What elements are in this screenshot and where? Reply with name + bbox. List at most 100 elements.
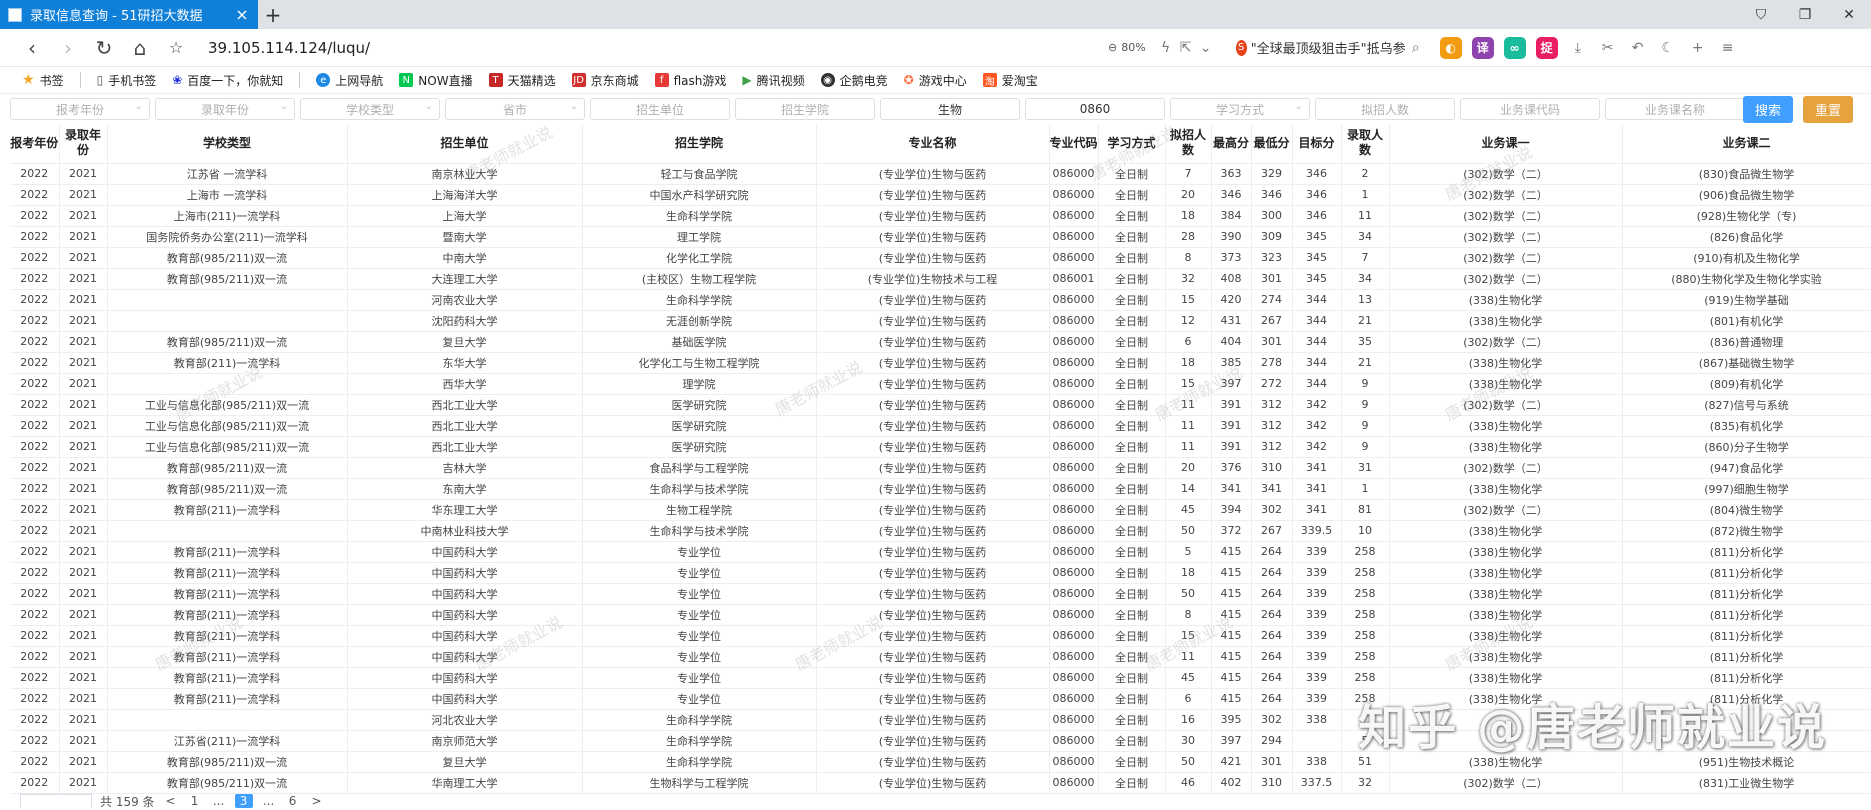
close-tab-icon[interactable]: × xyxy=(234,5,250,24)
table-row[interactable]: 2022 2021 教育部(211)一流学科 中国药科大学 专业学位 (专业学位)生物与医… xyxy=(10,562,1871,584)
game-extension-icon[interactable]: ◐ xyxy=(1439,36,1462,59)
search-icon[interactable]: ⌕ xyxy=(1406,38,1426,58)
lightning-icon[interactable]: ϟ xyxy=(1156,38,1176,58)
bookmark-taobao[interactable]: 淘 爱淘宝 xyxy=(982,72,1038,89)
page-1-button[interactable]: 1 xyxy=(187,794,203,808)
browser-tab-active[interactable]: 录取信息查询 - 51研招大数据 × xyxy=(0,0,258,29)
page-6-button[interactable]: 6 xyxy=(285,794,301,808)
share-icon[interactable]: ⇱ xyxy=(1176,38,1196,58)
table-row[interactable]: 2022 2021 西华大学 理学院 (专业学位)生物与医药 086000 全日制 15 397… xyxy=(10,373,1871,395)
zoom-indicator[interactable]: ⊖ 80% xyxy=(1108,41,1146,54)
bookmark-nav[interactable]: e 上网导航 xyxy=(316,72,383,89)
province-select[interactable]: 省市 ⌄ xyxy=(445,98,585,120)
bookmark-mobile[interactable]: ▯ 手机书签 xyxy=(97,72,157,89)
table-row[interactable]: 2022 2021 教育部(985/211)双一流 大连理工大学 (主校区）生物工程学院… xyxy=(10,268,1871,290)
major-name-input[interactable]: 生物 xyxy=(880,98,1020,120)
cell-course-one: (302)数学（二） xyxy=(1389,457,1623,479)
table-row[interactable]: 2022 2021 工业与信息化部(985/211)双一流 西北工业大学 医学研究院 (专… xyxy=(10,436,1871,458)
new-tab-button[interactable]: + xyxy=(258,0,288,29)
school-type-select[interactable]: 学校类型 ⌄ xyxy=(300,98,440,120)
page-size-select[interactable] xyxy=(20,794,92,808)
bookmark-baidu[interactable]: ❀ 百度一下，你就知 xyxy=(172,72,283,89)
search-button[interactable]: 搜索 xyxy=(1743,96,1793,123)
url-field[interactable]: 39.105.114.124/luqu/ xyxy=(208,39,1108,57)
cell-report-year: 2022 xyxy=(10,247,60,269)
ellipsis-left[interactable]: ... xyxy=(211,794,227,808)
cell-unit: 中国药科大学 xyxy=(347,604,583,626)
shirt-skin-icon[interactable]: ⛉ xyxy=(1739,0,1783,29)
table-row[interactable]: 2022 2021 教育部(211)一流学科 中国药科大学 专业学位 (专业学位)生物与医… xyxy=(10,646,1871,668)
menu-icon[interactable]: ≡ xyxy=(1718,38,1738,58)
bookmark-tencent-video[interactable]: ▶ 腾讯视频 xyxy=(742,72,804,89)
undo-icon[interactable]: ↶ xyxy=(1628,38,1648,58)
table-row[interactable]: 2022 2021 教育部(211)一流学科 华东理工大学 生物工程学院 (专业学位)生物… xyxy=(10,499,1871,521)
admit-year-select[interactable]: 录取年份 ⌄ xyxy=(155,98,295,120)
night-mode-icon[interactable]: ☾ xyxy=(1658,38,1678,58)
page-3-button-active[interactable]: 3 xyxy=(234,794,253,808)
scissors-icon[interactable]: ✂ xyxy=(1598,38,1618,58)
bookmark-jd[interactable]: JD 京东商城 xyxy=(571,72,639,89)
bookmark-bookmarks[interactable]: ★ 书签 xyxy=(22,72,64,89)
chevron-down-icon[interactable]: ⌄ xyxy=(1196,38,1216,58)
course-code-input[interactable]: 业务课代码 xyxy=(1460,98,1600,120)
table-row[interactable]: 2022 2021 国务院侨务办公室(211)一流学科 暨南大学 理工学院 (专业学位)生… xyxy=(10,226,1871,248)
home-button[interactable]: ⌂ xyxy=(122,33,158,63)
forward-button[interactable]: › xyxy=(50,33,86,63)
table-row[interactable]: 2022 2021 教育部(211)一流学科 中国药科大学 专业学位 (专业学位)生物与医… xyxy=(10,541,1871,563)
next-page-button[interactable]: > xyxy=(309,794,325,808)
infinity-extension-icon[interactable]: ∞ xyxy=(1503,36,1526,59)
table-row[interactable]: 2022 2021 河南农业大学 生命科学学院 (专业学位)生物与医药 086000 全日制… xyxy=(10,289,1871,311)
cell-admitted-count: 258 xyxy=(1341,583,1390,605)
cell-admit-year: 2021 xyxy=(59,688,108,710)
bookmark-now[interactable]: N NOW直播 xyxy=(399,72,473,89)
cell-school-type: 教育部(211)一流学科 xyxy=(107,499,348,521)
bookmark-flash[interactable]: f flash游戏 xyxy=(654,72,726,89)
table-row[interactable]: 2022 2021 工业与信息化部(985/211)双一流 西北工业大学 医学研究院 (专… xyxy=(10,415,1871,437)
download-icon[interactable]: ⤓ xyxy=(1568,38,1588,58)
cell-report-year: 2022 xyxy=(10,478,60,500)
report-year-select[interactable]: 报考年份 ⌄ xyxy=(10,98,150,120)
gamepad-icon: ✪ xyxy=(903,73,914,87)
translate-extension-icon[interactable]: 译 xyxy=(1471,36,1494,59)
restore-window-icon[interactable]: ❐ xyxy=(1783,0,1827,29)
table-row[interactable]: 2022 2021 工业与信息化部(985/211)双一流 西北工业大学 医学研究院 (专… xyxy=(10,394,1871,416)
course-name-input[interactable]: 业务课名称 xyxy=(1605,98,1745,120)
table-row[interactable]: 2022 2021 沈阳药科大学 无涯创新学院 (专业学位)生物与医药 086000 全日制… xyxy=(10,310,1871,332)
table-row[interactable]: 2022 2021 教育部(211)一流学科 中国药科大学 专业学位 (专业学位)生物与医… xyxy=(10,604,1871,626)
bookmark-esports[interactable]: ◉ 企鹅电竞 xyxy=(820,72,888,89)
bookmark-tmall[interactable]: T 天猫精选 xyxy=(488,72,556,89)
table-row[interactable]: 2022 2021 教育部(211)一流学科 中国药科大学 专业学位 (专业学位)生物与医… xyxy=(10,625,1871,647)
back-button[interactable]: ‹ xyxy=(14,33,50,63)
screenshot-extension-icon[interactable]: 捉 xyxy=(1535,36,1558,59)
reload-button[interactable]: ↻ xyxy=(86,33,122,63)
unit-input[interactable]: 招生单位 xyxy=(590,98,730,120)
ellipsis-right[interactable]: ... xyxy=(261,794,277,808)
table-row[interactable]: 2022 2021 教育部(211)一流学科 中国药科大学 专业学位 (专业学位)生物与医… xyxy=(10,583,1871,605)
table-row[interactable]: 2022 2021 教育部(985/211)双一流 东南大学 生命科学与技术学院 (专业学… xyxy=(10,478,1871,500)
bookmark-star-icon[interactable]: ☆ xyxy=(158,33,194,63)
cell-target-score: 339 xyxy=(1292,688,1342,710)
news-ticker[interactable]: S "全球最顶级狙击手"抵乌参 xyxy=(1235,38,1406,57)
cell-major-name: (专业学位)生物与医药 xyxy=(816,352,1050,374)
table-row[interactable]: 2022 2021 中南林业科技大学 生命科学与技术学院 (专业学位)生物与医药 0860… xyxy=(10,520,1871,542)
prev-page-button[interactable]: < xyxy=(163,794,179,808)
table-row[interactable]: 2022 2021 上海市 一流学科 上海海洋大学 中国水产科学研究院 (专业学位)生物与… xyxy=(10,184,1871,206)
college-input[interactable]: 招生学院 xyxy=(735,98,875,120)
zoom-icon: ⊖ xyxy=(1108,41,1118,54)
bookmark-games[interactable]: ✪ 游戏中心 xyxy=(904,72,967,89)
cell-course-two: (811)分析化学 xyxy=(1622,541,1871,563)
table-row[interactable]: 2022 2021 江苏省 一流学科 南京林业大学 轻工与食品学院 (专业学位)生物与医药… xyxy=(10,163,1871,185)
table-row[interactable]: 2022 2021 上海市(211)一流学科 上海大学 生命科学学院 (专业学位)生物与医… xyxy=(10,205,1871,227)
table-row[interactable]: 2022 2021 教育部(211)一流学科 中国药科大学 专业学位 (专业学位)生物与医… xyxy=(10,667,1871,689)
reset-button[interactable]: 重置 xyxy=(1803,96,1853,123)
close-window-icon[interactable]: ✕ xyxy=(1827,0,1871,29)
table-row[interactable]: 2022 2021 教育部(211)一流学科 东华大学 化学化工与生物工程学院 (专业学位… xyxy=(10,352,1871,374)
table-row[interactable]: 2022 2021 教育部(985/211)双一流 华南理工大学 生物科学与工程学院 (专… xyxy=(10,772,1871,794)
add-icon[interactable]: + xyxy=(1688,38,1708,58)
table-row[interactable]: 2022 2021 教育部(985/211)双一流 中南大学 化学化工学院 (专业学位)生… xyxy=(10,247,1871,269)
major-code-input[interactable]: 0860 xyxy=(1025,98,1165,120)
study-mode-select[interactable]: 学习方式 ⌄ xyxy=(1170,98,1310,120)
table-row[interactable]: 2022 2021 教育部(985/211)双一流 复旦大学 基础医学院 (专业学位)生物… xyxy=(10,331,1871,353)
planned-count-input[interactable]: 拟招人数 xyxy=(1315,98,1455,120)
table-row[interactable]: 2022 2021 教育部(985/211)双一流 吉林大学 食品科学与工程学院 (专业学… xyxy=(10,457,1871,479)
